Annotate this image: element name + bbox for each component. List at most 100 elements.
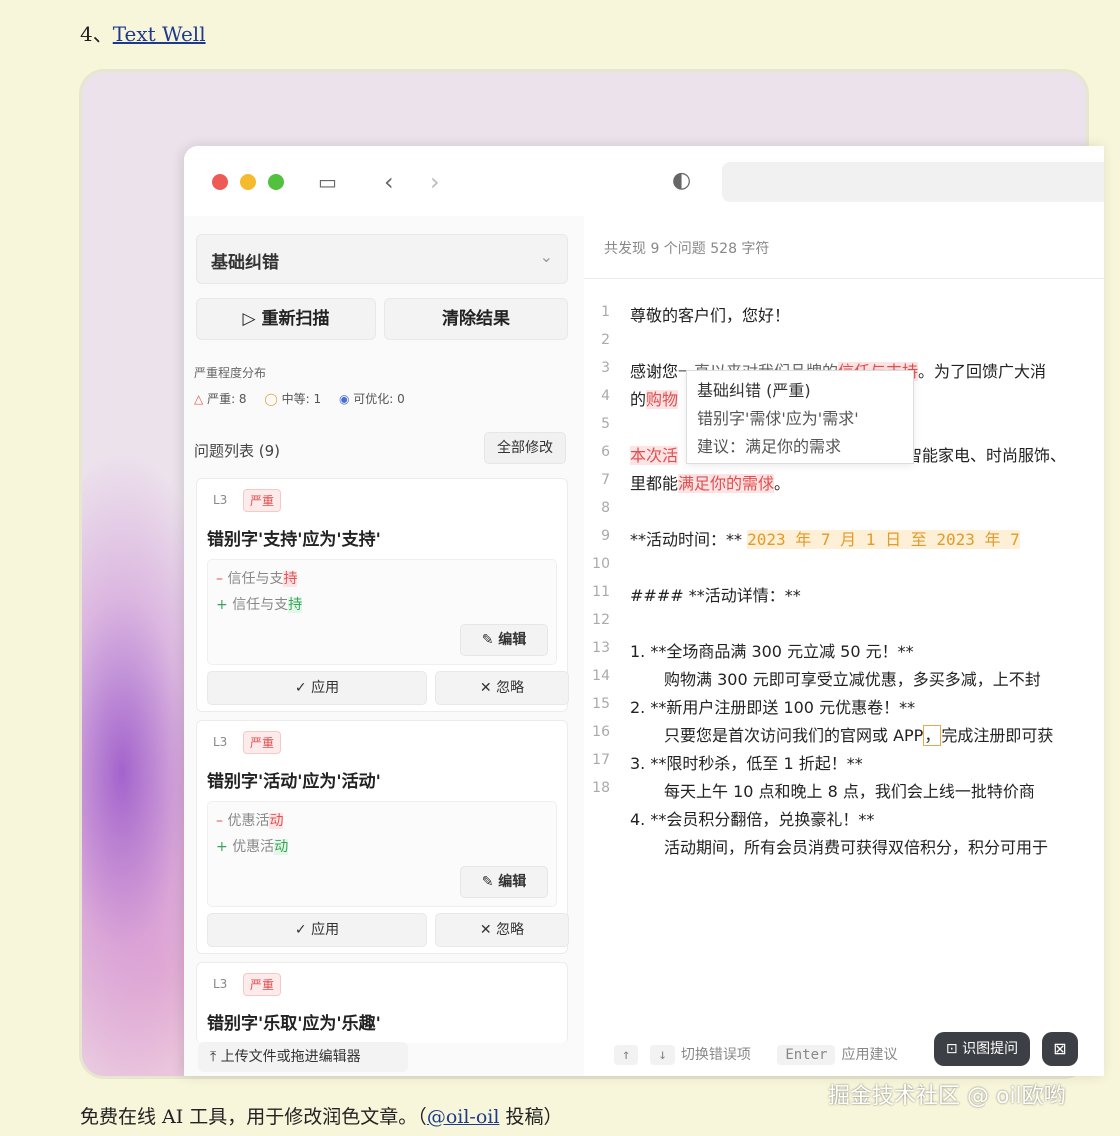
editor-line[interactable]: 4. **会员积分翻倍，兑换豪礼！** [630, 806, 874, 830]
line-number: 6 [601, 444, 610, 460]
diff-old: – 优惠活动 [216, 813, 284, 829]
watermark: 掘金技术社区 @ oil欧哟 [828, 1084, 1066, 1109]
author-link[interactable]: @oil-oil [427, 1106, 500, 1128]
minimize-window-dot[interactable] [240, 174, 256, 190]
forward-icon[interactable]: › [430, 168, 440, 196]
divider [584, 278, 1104, 279]
heading-number: 4、 [80, 22, 113, 46]
editor-line[interactable]: 3. **限时秒杀，低至 1 折起！** [630, 750, 863, 774]
close-icon: ✕ [479, 922, 497, 938]
rescan-button[interactable]: ▷ 重新扫描 [196, 298, 376, 340]
severity-badge: 严重 [243, 489, 282, 512]
heading-link[interactable]: Text Well [113, 22, 206, 46]
diff-old: – 信任与支持 [216, 571, 298, 587]
maximize-window-dot[interactable] [268, 174, 284, 190]
check-icon: ✓ [294, 680, 312, 696]
line-number: 3 [601, 360, 610, 376]
error-highlight: 购物 [646, 390, 679, 409]
issue-title: 错别字'支持'应为'支持' [207, 530, 381, 550]
edit-button[interactable]: ✎ 编辑 [460, 624, 548, 656]
chevron-down-icon: ⌄ [539, 247, 553, 266]
severity-badge: 严重 [243, 731, 282, 754]
edit-icon: ✎ [481, 874, 499, 890]
issue-level: L3 [213, 977, 228, 991]
ocr-ask-button[interactable]: ⊡ 识图提问 [934, 1032, 1030, 1066]
edit-button[interactable]: ✎ 编辑 [460, 866, 548, 898]
diff-box: – 优惠活动 + 优惠活动 ✎ 编辑 [207, 801, 557, 907]
issue-card: L3 严重 错别字'活动'应为'活动' – 优惠活动 + 优惠活动 ✎ 编辑 ✓… [196, 720, 569, 954]
ignore-button[interactable]: ✕ 忽略 [435, 671, 569, 705]
enter-key: Enter [777, 1045, 836, 1065]
warning-highlight: 2023 年 7 月 1 日 至 2023 年 7 [747, 530, 1020, 549]
apply-button[interactable]: ✓ 应用 [207, 671, 427, 705]
mode-select[interactable]: 基础纠错 ⌄ [196, 234, 568, 284]
medium-icon: ◯ [264, 392, 278, 406]
editor-line[interactable]: 尊敬的客户们，您好！ [630, 302, 790, 326]
editor-line[interactable]: 里都能满足你的需俅。 [630, 470, 790, 494]
diff-box: – 信任与支持 + 信任与支持 ✎ 编辑 [207, 559, 557, 665]
mode-select-label: 基础纠错 [211, 253, 279, 273]
editor-line[interactable]: 只要您是首次访问我们的官网或 APP，完成注册即可获 [664, 722, 1053, 746]
shield-icon[interactable]: ◐ [672, 168, 691, 193]
left-panel: 基础纠错 ⌄ ▷ 重新扫描 清除结果 严重程度分布 △ 严重: 8 ◯ 中等: … [184, 216, 585, 1076]
line-number: 15 [592, 696, 610, 712]
line-number: 2 [601, 332, 610, 348]
play-icon: ▷ [242, 309, 262, 329]
down-key: ↓ [650, 1045, 675, 1065]
tooltip-detail: 错别字'需俅'应为'需求' [697, 409, 859, 428]
tooltip-title: 基础纠错 (严重) [697, 381, 811, 400]
edit-icon: ✎ [481, 632, 499, 648]
line-number: 18 [592, 780, 610, 796]
editor-line[interactable]: 的购物 [630, 386, 679, 410]
severity-title: 严重程度分布 [194, 366, 267, 380]
line-number: 10 [592, 556, 610, 572]
line-number: 5 [601, 416, 610, 432]
section-heading: 4、Text Well [80, 18, 206, 47]
fix-all-button[interactable]: 全部修改 [484, 432, 566, 464]
line-number: 8 [601, 500, 610, 516]
issue-list-title: 问题列表 (9) [194, 442, 281, 460]
issue-card: L3 严重 错别字'乐取'应为'乐趣' [196, 962, 568, 1043]
diff-new: + 信任与支持 [216, 597, 303, 613]
editor-line[interactable]: 购物满 300 元即可享受立减优惠，多买多减，上不封 [664, 666, 1041, 690]
image-edit-icon[interactable]: ⊠ [1042, 1032, 1078, 1066]
diff-new: + 优惠活动 [216, 839, 289, 855]
apply-button[interactable]: ✓ 应用 [207, 913, 427, 947]
sidebar-toggle-icon[interactable]: ▭ [318, 170, 337, 194]
upload-button[interactable]: ⤒ 上传文件或拖进编辑器 [198, 1042, 408, 1072]
check-icon: ✓ [294, 922, 312, 938]
ignore-button[interactable]: ✕ 忽略 [435, 913, 569, 947]
editor-line[interactable]: #### **活动详情：** [630, 582, 801, 606]
line-number: 12 [592, 612, 610, 628]
error-highlight: 满足你的需俅 [678, 474, 775, 493]
scan-icon: ⊡ [945, 1041, 963, 1057]
close-window-dot[interactable] [212, 174, 228, 190]
warning-highlight: ， [923, 725, 942, 746]
caption: 免费在线 AI 工具，用于修改润色文章。（@oil-oil 投稿） [80, 1106, 563, 1128]
editor-line[interactable]: 1. **全场商品满 300 元立减 50 元！** [630, 638, 914, 662]
clear-results-button[interactable]: 清除结果 [384, 298, 568, 340]
tooltip-suggestion[interactable]: 建议：满足你的需求 [697, 433, 841, 457]
error-tooltip: 基础纠错 (严重) 错别字'需俅'应为'需求' 建议：满足你的需求 [686, 370, 914, 464]
line-number: 4 [601, 388, 610, 404]
line-number: 14 [592, 668, 610, 684]
line-number: 1 [601, 304, 610, 320]
editor-line[interactable]: **活动时间：** 2023 年 7 月 1 日 至 2023 年 7 [630, 526, 1020, 550]
warning-icon: △ [194, 392, 204, 406]
line-number: 11 [592, 584, 610, 600]
up-key: ↑ [614, 1045, 639, 1065]
editor-line[interactable]: 每天上午 10 点和晚上 8 点，我们会上线一批特价商 [664, 778, 1035, 802]
editor-panel: 共发现 9 个问题 528 字符 1 2 3 4 5 6 7 8 9 10 11 12 13 14 15 16… [584, 216, 1104, 1076]
address-bar[interactable] [722, 162, 1104, 202]
line-number: 16 [592, 724, 610, 740]
keyboard-hints: ↑ ↓ 切换错误项 Enter 应用建议 [608, 1044, 897, 1065]
titlebar: ▭ ‹ › ◐ [184, 146, 1104, 216]
severity-badge: 严重 [243, 973, 282, 996]
editor-line[interactable]: 2. **新用户注册即送 100 元优惠卷！** [630, 694, 915, 718]
severity-distribution: △ 严重: 8 ◯ 中等: 1 ◉ 可优化: 0 [194, 392, 405, 406]
upload-icon: ⤒ [210, 1049, 221, 1065]
line-number: 7 [601, 472, 610, 488]
editor-line[interactable]: 活动期间，所有会员消费可获得双倍积分，积分可用于 [664, 834, 1048, 858]
issue-level: L3 [213, 493, 228, 507]
back-icon[interactable]: ‹ [384, 168, 394, 196]
